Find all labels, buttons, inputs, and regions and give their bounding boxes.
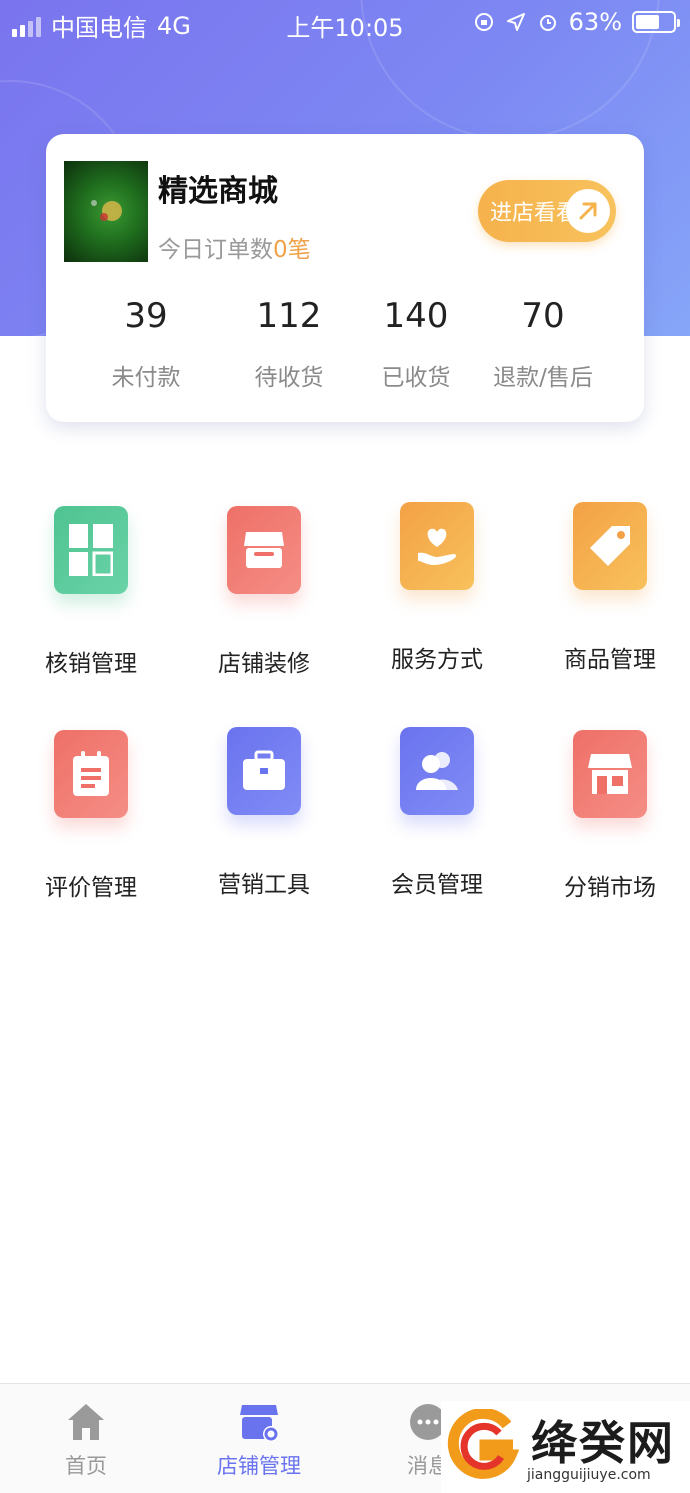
battery-percent: 63% bbox=[568, 8, 622, 36]
enter-shop-button[interactable]: 进店看看 bbox=[478, 180, 616, 242]
stat-label: 已收货 bbox=[381, 365, 451, 391]
stat-value: 39 bbox=[124, 296, 168, 336]
stat-label: 未付款 bbox=[111, 365, 181, 391]
briefcase-icon bbox=[227, 727, 301, 815]
tab-label: 首页 bbox=[65, 1454, 107, 1478]
tag-icon bbox=[573, 502, 647, 590]
menu-label: 服务方式 bbox=[391, 647, 483, 673]
stat-value: 112 bbox=[256, 296, 322, 336]
stat-to-receive[interactable]: 112 待收货 bbox=[219, 294, 359, 392]
menu-label: 核销管理 bbox=[45, 651, 137, 677]
location-icon bbox=[505, 11, 527, 33]
stat-value: 140 bbox=[383, 296, 449, 336]
shop-name: 精选商城 bbox=[158, 174, 278, 209]
stat-unpaid[interactable]: 39 未付款 bbox=[76, 294, 216, 392]
today-orders-suffix: 笔 bbox=[287, 237, 311, 263]
shop-manage-icon bbox=[237, 1400, 281, 1444]
rotation-lock-icon bbox=[473, 11, 495, 33]
menu-label: 商品管理 bbox=[564, 647, 656, 673]
order-stats: 39 未付款 112 待收货 140 已收货 70 退款/售后 bbox=[46, 294, 644, 404]
today-orders: 今日订单数0笔 bbox=[158, 230, 311, 264]
menu-label: 会员管理 bbox=[391, 872, 483, 898]
stat-received[interactable]: 140 已收货 bbox=[346, 294, 486, 392]
alarm-icon bbox=[537, 11, 559, 33]
today-orders-prefix: 今日订单数 bbox=[158, 237, 273, 263]
watermark-logo-icon bbox=[447, 1409, 520, 1479]
shop-logo[interactable] bbox=[64, 161, 148, 262]
today-orders-count: 0 bbox=[273, 237, 288, 263]
heart-hand-icon bbox=[400, 502, 474, 590]
tab-home[interactable]: 首页 bbox=[26, 1400, 146, 1480]
site-watermark: 绛癸网 jiangguijiuye.com bbox=[441, 1401, 690, 1493]
stat-label: 待收货 bbox=[254, 365, 324, 391]
battery-icon bbox=[632, 11, 680, 33]
grid-icon bbox=[54, 506, 128, 594]
users-icon bbox=[400, 727, 474, 815]
enter-shop-label: 进店看看 bbox=[490, 201, 579, 226]
watermark-url: jiangguijiuye.com bbox=[527, 1467, 651, 1483]
menu-distribution-market[interactable]: 分销市场 bbox=[524, 730, 690, 902]
shop-summary-card: 精选商城 今日订单数0笔 进店看看 39 未付款 112 待收货 140 已收货… bbox=[46, 134, 644, 422]
menu-marketing-tools[interactable]: 营销工具 bbox=[178, 727, 350, 899]
menu-member-management[interactable]: 会员管理 bbox=[351, 727, 523, 899]
home-icon bbox=[64, 1400, 108, 1444]
menu-shop-decoration[interactable]: 店铺装修 bbox=[178, 506, 350, 678]
notepad-icon bbox=[54, 730, 128, 818]
stat-refund[interactable]: 70 退款/售后 bbox=[473, 294, 613, 392]
market-stall-icon bbox=[573, 730, 647, 818]
menu-verification[interactable]: 核销管理 bbox=[5, 506, 177, 678]
menu-label: 分销市场 bbox=[564, 875, 656, 901]
storefront-icon bbox=[227, 506, 301, 594]
menu-review-management[interactable]: 评价管理 bbox=[5, 730, 177, 902]
tab-shop-management[interactable]: 店铺管理 bbox=[199, 1400, 319, 1480]
tab-label: 店铺管理 bbox=[217, 1454, 301, 1478]
watermark-title: 绛癸网 bbox=[531, 1416, 675, 1470]
stat-label: 退款/售后 bbox=[493, 365, 593, 391]
status-bar: 中国电信 4G 上午10:05 63% bbox=[0, 0, 690, 48]
menu-label: 店铺装修 bbox=[218, 651, 310, 677]
arrow-up-right-icon bbox=[566, 189, 610, 233]
menu-product-management[interactable]: 商品管理 bbox=[524, 502, 690, 674]
menu-service-mode[interactable]: 服务方式 bbox=[351, 502, 523, 674]
menu-label: 评价管理 bbox=[45, 875, 137, 901]
stat-value: 70 bbox=[521, 296, 565, 336]
menu-label: 营销工具 bbox=[218, 872, 310, 898]
